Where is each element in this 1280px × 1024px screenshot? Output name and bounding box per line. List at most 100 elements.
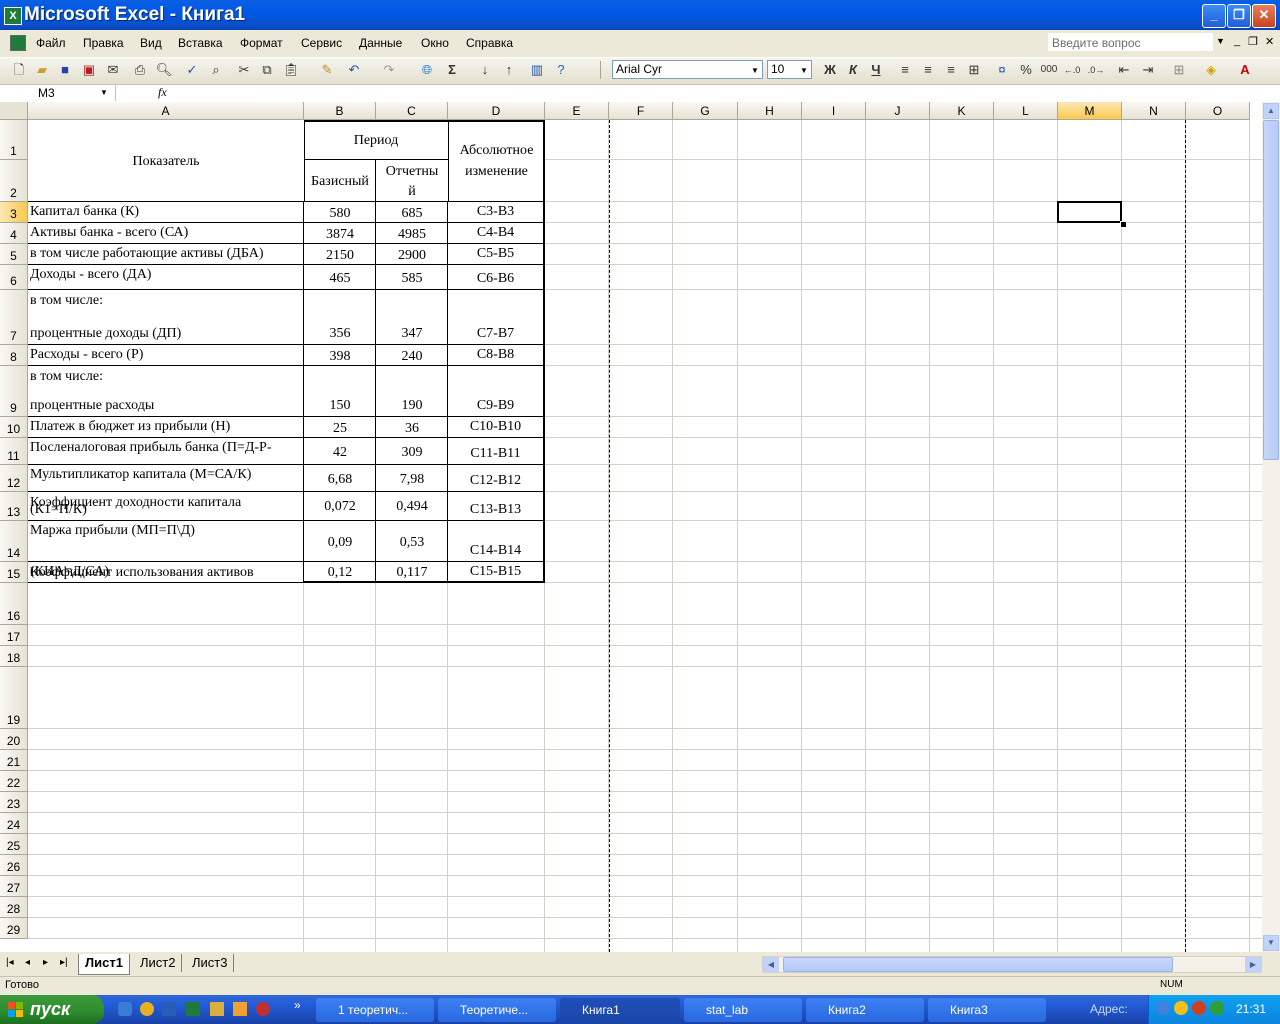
taskbar-item-3[interactable]: Книга1 (560, 998, 680, 1022)
row-header[interactable]: 5 (0, 244, 28, 265)
chevron-down-icon[interactable]: ▼ (749, 62, 761, 79)
sheet-tab-2[interactable]: Лист2 (134, 954, 183, 972)
row-header[interactable]: 29 (0, 918, 28, 939)
row-header[interactable]: 26 (0, 855, 28, 876)
scroll-up-icon[interactable]: ▲ (1263, 103, 1279, 119)
permission-icon[interactable]: ▣ (80, 61, 98, 79)
column-header-c[interactable]: C (376, 102, 448, 120)
quicklaunch-opera-icon[interactable] (256, 1002, 270, 1016)
sort-desc-icon[interactable]: ↑ (500, 61, 518, 79)
workbook-icon[interactable] (4, 35, 26, 51)
fill-handle[interactable] (1120, 221, 1127, 228)
row-header[interactable]: 23 (0, 792, 28, 813)
row-header[interactable]: 20 (0, 729, 28, 750)
formula-input[interactable] (176, 85, 1276, 101)
menu-file[interactable]: Файл (36, 36, 66, 50)
save-icon[interactable]: ■ (56, 61, 74, 79)
close-button[interactable]: ✕ (1252, 4, 1276, 28)
tray-app-icon[interactable] (1174, 1001, 1188, 1015)
row-header[interactable]: 2 (0, 160, 28, 202)
merge-center-icon[interactable]: ⊞ (965, 61, 983, 79)
hyperlink-icon[interactable]: 🌐︎ (418, 61, 436, 79)
tray-network-icon[interactable] (1156, 1001, 1170, 1015)
redo-icon[interactable]: ↷ (380, 61, 398, 79)
scroll-down-icon[interactable]: ▼ (1263, 935, 1279, 951)
menu-help[interactable]: Справка (466, 36, 513, 50)
selected-cell-cursor[interactable] (1057, 201, 1122, 223)
new-icon[interactable]: 🗋 (10, 61, 28, 79)
row-header[interactable]: 14 (0, 521, 28, 562)
doc-restore-icon[interactable]: ❐ (1248, 35, 1258, 48)
fill-color-icon[interactable]: ◈ (1202, 61, 1220, 79)
bold-button[interactable]: Ж (821, 61, 839, 79)
quicklaunch-ie-icon[interactable] (118, 1002, 132, 1016)
scroll-left-icon[interactable]: ◀ (763, 957, 779, 972)
row-header[interactable]: 18 (0, 646, 28, 667)
column-header-k[interactable]: K (930, 102, 994, 120)
help-icon[interactable]: ? (552, 61, 570, 79)
column-header-m[interactable]: M (1058, 102, 1122, 120)
taskbar-item-2[interactable]: Теоретиче... (438, 998, 556, 1022)
menu-format[interactable]: Формат (240, 36, 283, 50)
spreadsheet-grid[interactable]: A B C D E F G H I J K L M N O 1 2 3 4 5 6 7 8 9 10 11 12 13 14 15 16 17… (0, 102, 1262, 952)
column-header-g[interactable]: G (673, 102, 738, 120)
decrease-decimal-icon[interactable]: .0→ (1087, 61, 1105, 79)
increase-indent-icon[interactable]: ⇥ (1139, 61, 1157, 79)
menu-view[interactable]: Вид (140, 36, 162, 50)
font-name-select[interactable]: Arial Cyr ▼ (612, 60, 763, 79)
row-header[interactable]: 10 (0, 417, 28, 438)
horizontal-scroll-thumb[interactable] (783, 957, 1173, 972)
italic-button[interactable]: К (844, 61, 862, 79)
doc-minimize-icon[interactable]: _ (1234, 35, 1240, 47)
restore-button[interactable]: ❐ (1227, 4, 1251, 28)
thousands-button[interactable]: 000 (1040, 61, 1058, 79)
ask-dropdown-icon[interactable]: ▼ (1216, 36, 1225, 46)
sheet-tab-3[interactable]: Лист3 (186, 954, 235, 972)
align-center-icon[interactable]: ≡ (919, 61, 937, 79)
email-icon[interactable]: ✉ (104, 61, 122, 79)
vertical-scroll-thumb[interactable] (1263, 120, 1279, 460)
open-icon[interactable]: ▰ (33, 61, 51, 79)
taskbar-item-4[interactable]: stat_lab (684, 998, 802, 1022)
print-icon[interactable]: ⎙ (131, 61, 149, 79)
column-header-j[interactable]: J (866, 102, 930, 120)
quicklaunch-media-icon[interactable] (140, 1002, 154, 1016)
menu-window[interactable]: Окно (421, 36, 449, 50)
row-header[interactable]: 13 (0, 492, 28, 521)
column-header-l[interactable]: L (994, 102, 1058, 120)
menu-insert[interactable]: Вставка (178, 36, 223, 50)
row-header[interactable]: 24 (0, 813, 28, 834)
align-right-icon[interactable]: ≡ (942, 61, 960, 79)
menu-data[interactable]: Данные (359, 36, 402, 50)
doc-close-icon[interactable]: ✕ (1265, 35, 1274, 48)
row-header[interactable]: 16 (0, 583, 28, 625)
font-size-select[interactable]: 10 ▼ (767, 60, 812, 79)
undo-icon[interactable]: ↶ (345, 61, 363, 79)
last-sheet-icon[interactable]: ▸| (60, 957, 68, 968)
chart-wizard-icon[interactable]: ▥ (528, 61, 546, 79)
sheet-tab-1[interactable]: Лист1 (78, 954, 130, 975)
font-color-icon[interactable]: A (1236, 61, 1254, 79)
row-header[interactable]: 3 (0, 202, 28, 223)
column-header-n[interactable]: N (1122, 102, 1186, 120)
scroll-right-icon[interactable]: ▶ (1245, 957, 1261, 972)
name-box[interactable]: M3 (0, 85, 116, 101)
borders-icon[interactable]: ⊞ (1170, 61, 1188, 79)
row-header[interactable]: 27 (0, 876, 28, 897)
row-header[interactable]: 19 (0, 667, 28, 729)
chevron-down-icon[interactable]: ▼ (798, 62, 810, 79)
increase-decimal-icon[interactable]: ←.0 (1063, 61, 1081, 79)
paste-icon[interactable]: 📋︎ (282, 61, 300, 79)
tray-speaker-icon[interactable] (1210, 1001, 1224, 1015)
vertical-scrollbar[interactable]: ▲ ▼ (1262, 102, 1280, 952)
name-box-dropdown-icon[interactable]: ▼ (100, 88, 108, 97)
excel-app-icon[interactable]: X (4, 7, 22, 25)
taskbar-item-1[interactable]: 1 теоретич... (316, 998, 434, 1022)
row-header[interactable]: 28 (0, 897, 28, 918)
row-header[interactable]: 11 (0, 438, 28, 465)
start-button[interactable]: пуск (0, 995, 104, 1024)
currency-icon[interactable]: ¤ (993, 61, 1011, 79)
decrease-indent-icon[interactable]: ⇤ (1115, 61, 1133, 79)
row-header[interactable]: 21 (0, 750, 28, 771)
column-header-d[interactable]: D (448, 102, 545, 120)
